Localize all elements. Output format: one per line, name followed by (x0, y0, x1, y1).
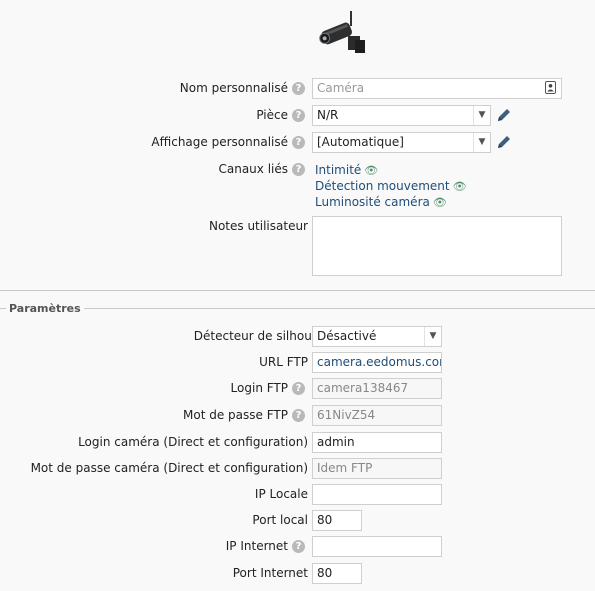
mdp-ftp-input[interactable]: 61NivZ54 (312, 405, 442, 426)
ip-internet-input[interactable] (312, 536, 442, 557)
help-icon[interactable]: ? (292, 409, 305, 422)
mdp-ftp-label: Mot de passe FTP (183, 408, 288, 422)
help-icon[interactable]: ? (292, 82, 305, 95)
affichage-value: [Automatique] (317, 135, 404, 149)
ip-internet-label: IP Internet (225, 539, 288, 553)
port-internet-label: Port Internet (232, 566, 308, 580)
port-local-label: Port local (252, 513, 308, 527)
section-title: Paramètres (6, 302, 84, 315)
nom-personnalise-input[interactable]: Caméra (312, 78, 562, 99)
mdp-camera-input[interactable]: Idem FTP (312, 458, 442, 479)
login-ftp-input[interactable]: camera138467 (312, 378, 442, 399)
login-camera-label: Login caméra (Direct et configuration) (78, 435, 308, 449)
ip-locale-label: IP Locale (254, 487, 308, 501)
help-icon[interactable]: ? (292, 382, 305, 395)
url-ftp-label: URL FTP (259, 355, 308, 369)
affichage-label: Affichage personnalisé (151, 135, 288, 149)
piece-value: N/R (317, 108, 339, 122)
port-internet-input[interactable]: 80 (312, 563, 362, 584)
chevron-down-icon: ▼ (424, 327, 441, 346)
canaux-label: Canaux liés (218, 162, 288, 176)
ip-locale-input[interactable] (312, 484, 442, 505)
chevron-down-icon: ▼ (473, 106, 490, 125)
eye-icon[interactable]: 👁 (453, 180, 467, 193)
detecteur-select[interactable]: Désactivé ▼ (312, 326, 442, 347)
detecteur-value: Désactivé (317, 329, 377, 343)
help-icon[interactable]: ? (292, 109, 305, 122)
notes-label: Notes utilisateur (208, 219, 308, 233)
pencil-icon[interactable] (496, 134, 512, 150)
login-ftp-label: Login FTP (230, 381, 288, 395)
channel-link-luminosite[interactable]: Luminosité caméra 👁 (315, 195, 447, 209)
channel-link-intimite[interactable]: Intimité 👁 (315, 163, 378, 177)
contact-card-icon[interactable] (545, 81, 556, 94)
section-divider (0, 290, 595, 291)
eye-icon[interactable]: 👁 (433, 196, 447, 209)
piece-select[interactable]: N/R ▼ (312, 105, 491, 126)
nom-personnalise-label: Nom personnalisé (179, 81, 288, 95)
channel-link-detection[interactable]: Détection mouvement 👁 (315, 179, 467, 193)
chevron-down-icon: ▼ (473, 133, 490, 152)
piece-label: Pièce (256, 108, 288, 122)
notes-textarea[interactable] (312, 216, 562, 276)
help-icon[interactable]: ? (292, 136, 305, 149)
pencil-icon[interactable] (496, 107, 512, 123)
section-divider (0, 308, 595, 309)
eye-icon[interactable]: 👁 (364, 164, 378, 177)
help-icon[interactable]: ? (292, 163, 305, 176)
url-ftp-input[interactable]: camera.eedomus.com (312, 352, 442, 373)
mdp-camera-label: Mot de passe caméra (Direct et configura… (30, 461, 308, 475)
help-icon[interactable]: ? (292, 540, 305, 553)
affichage-select[interactable]: [Automatique] ▼ (312, 132, 491, 153)
port-local-input[interactable]: 80 (312, 510, 362, 531)
security-camera-icon (318, 8, 370, 56)
login-camera-input[interactable]: admin (312, 432, 442, 453)
